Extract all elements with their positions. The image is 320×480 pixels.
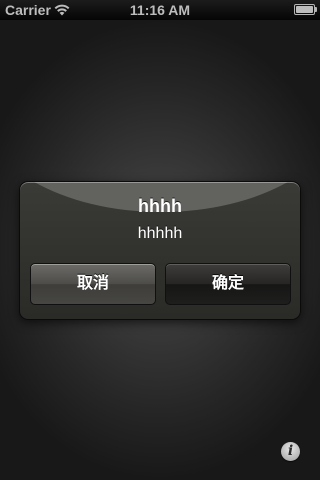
cancel-button[interactable]: 取消 [30, 263, 156, 305]
battery-tip [315, 7, 317, 12]
alert-dialog: hhhh hhhhh 取消 确定 [19, 181, 301, 320]
battery-level [296, 6, 313, 13]
alert-message: hhhhh [137, 225, 183, 242]
info-icon[interactable]: i [281, 442, 300, 461]
battery-icon [294, 4, 315, 15]
status-time: 11:16 AM [129, 2, 191, 18]
screen: Carrier 11:16 AM hhhh hhhhh 取消 确定 i [0, 0, 320, 480]
status-bar: Carrier 11:16 AM [0, 0, 320, 20]
alert-title: hhhh [138, 196, 182, 216]
confirm-button[interactable]: 确定 [165, 263, 291, 305]
